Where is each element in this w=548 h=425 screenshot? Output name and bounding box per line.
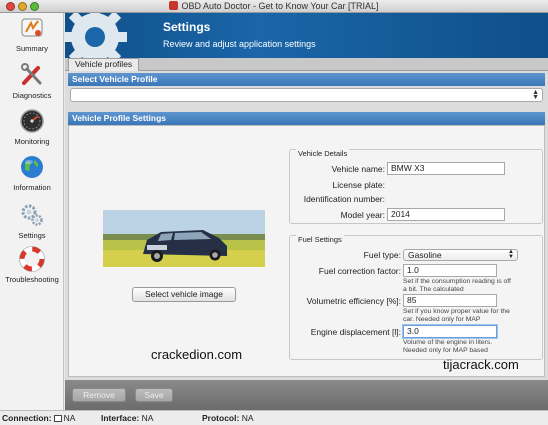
remove-button[interactable]: Remove [72,388,126,402]
engine-displacement-hint: Volume of the engine in liters. Needed o… [403,339,493,354]
chevron-updown-icon: ▲ ▼ [532,89,539,101]
fuel-correction-field[interactable]: 1.0 [403,264,497,277]
sidebar-item-label: Summary [15,44,49,53]
window-title: OBD Auto Doctor - Get to Know Your Car [… [181,1,379,11]
vehicle-details-title: Vehicle Details [296,149,350,158]
volumetric-efficiency-field[interactable]: 85 [403,294,497,307]
sidebar-item-monitoring[interactable]: Monitoring [0,108,64,146]
lifebuoy-icon [19,246,45,272]
globe-icon [21,156,43,178]
engine-displacement-field[interactable]: 3.0 [403,325,497,338]
volumetric-efficiency-label: Volumetric efficiency [%]: [306,296,401,306]
sidebar-item-troubleshooting[interactable]: Troubleshooting [0,246,64,284]
interface-label: Interface: [101,413,140,423]
wrench-screwdriver-icon [21,63,42,85]
protocol-label: Protocol: [202,413,240,423]
page-header: Settings Review and adjust application s… [65,13,548,58]
action-bar: Remove Save [65,380,548,410]
gears-icon [21,204,43,226]
gear-icon [65,13,127,58]
sidebar: Summary Diagnostics Monitoring Informati… [0,13,64,410]
window-title-wrap: OBD Auto Doctor - Get to Know Your Car [… [0,1,548,11]
protocol-value: NA [241,413,254,423]
watermark-text: crackedion.com [151,347,243,362]
app-logo-icon [169,1,179,10]
sidebar-item-label: Information [13,183,51,192]
profile-settings-panel: Select vehicle image Vehicle Details Veh… [68,125,545,377]
interface-status: Interface: NA [101,411,153,425]
fuel-correction-label: Fuel correction factor: [318,266,401,276]
engine-displacement-label: Engine displacement [l]: [310,327,401,337]
chevron-updown-icon: ▲ ▼ [508,249,514,260]
fuel-correction-hint: Set if the consumption reading is off a … [403,278,511,293]
select-vehicle-image-button[interactable]: Select vehicle image [132,287,236,302]
watermark-text: tijacrack.com [443,357,519,372]
save-button[interactable]: Save [135,388,173,402]
interface-value: NA [141,413,154,423]
sidebar-item-summary[interactable]: Summary [0,15,64,53]
page-title: Settings [163,20,211,34]
main-content: Select Vehicle Profile ▲ ▼ Vehicle Profil… [65,71,548,380]
model-year-label: Model year: [340,210,385,220]
sidebar-item-label: Troubleshooting [5,275,59,284]
sidebar-item-settings[interactable]: Settings [0,202,64,240]
fuel-type-label: Fuel type: [363,250,401,260]
window-titlebar: OBD Auto Doctor - Get to Know Your Car [… [0,0,548,13]
page-subtitle: Review and adjust application settings [163,39,316,49]
tab-strip: Vehicle profiles [65,58,548,71]
connection-indicator-icon [53,415,62,422]
vehicle-image [103,210,265,267]
connection-value: NA [63,413,76,423]
status-bar: Connection: NA Interface: NA Protocol: NA [0,410,548,425]
sidebar-item-label: Monitoring [14,137,50,146]
tab-vehicle-profiles[interactable]: Vehicle profiles [68,58,140,71]
protocol-status: Protocol: NA [202,411,254,425]
vehicle-name-field[interactable]: BMW X3 [387,162,505,175]
license-plate-label: License plate: [332,180,385,190]
summary-icon [21,18,43,37]
sidebar-item-label: Diagnostics [12,91,52,100]
select-profile-header: Select Vehicle Profile [68,73,545,86]
sidebar-item-label: Settings [18,231,46,240]
fuel-settings-title: Fuel Settings [296,235,344,244]
connection-status: Connection: NA [2,411,75,425]
connection-label: Connection: [2,413,52,423]
fuel-type-value: Gasoline [408,250,442,260]
identification-number-label: Identification number: [303,194,385,204]
sidebar-item-information[interactable]: Information [0,154,64,192]
gauge-icon [20,109,44,133]
model-year-field[interactable]: 2014 [387,208,505,221]
vehicle-name-label: Vehicle name: [331,164,385,174]
fuel-type-select[interactable]: Gasoline ▲ ▼ [403,249,518,261]
profile-settings-header: Vehicle Profile Settings [68,112,545,125]
volumetric-efficiency-hint: Set if you know proper value for the car… [403,308,510,323]
vehicle-profile-select[interactable]: ▲ ▼ [70,88,543,102]
sidebar-item-diagnostics[interactable]: Diagnostics [0,62,64,100]
